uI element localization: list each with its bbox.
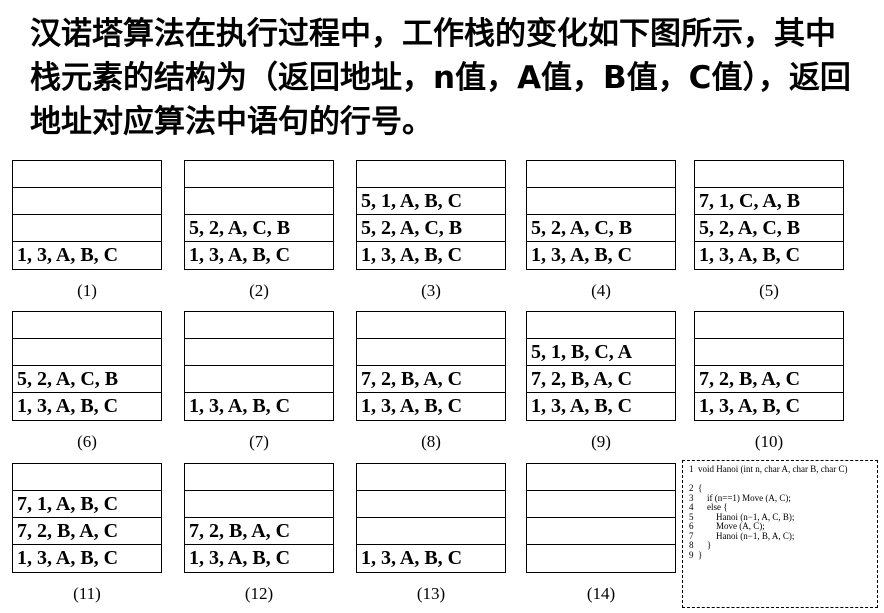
stack-9: 5, 1, B, C, A 7, 2, B, A, C 1, 3, A, B, C bbox=[526, 311, 676, 421]
stack-10: 7, 2, B, A, C 1, 3, A, B, C bbox=[694, 311, 844, 421]
stack-frame bbox=[695, 161, 843, 188]
stack-frame: 7, 2, B, A, C bbox=[695, 366, 843, 393]
stack-frame: 1, 3, A, B, C bbox=[17, 547, 119, 569]
stack-frame: 5, 2, A, C, B bbox=[527, 215, 675, 242]
stack-frame bbox=[185, 161, 333, 188]
stack-frame: 5, 2, A, C, B bbox=[357, 215, 505, 242]
stack-frame: 1, 3, A, B, C bbox=[17, 395, 119, 417]
stack-11: 7, 1, A, B, C 7, 2, B, A, C 1, 3, A, B, C bbox=[12, 463, 162, 573]
stack-frame: 1, 3, A, B, C bbox=[189, 395, 291, 417]
stack-frame: 1, 3, A, B, C bbox=[361, 395, 463, 417]
stack-14 bbox=[526, 463, 676, 573]
stack-frame bbox=[357, 312, 505, 339]
stack-frame bbox=[185, 366, 333, 393]
code-line: 1 void Hanoi (int n, char A, char B, cha… bbox=[689, 464, 848, 474]
stack-frame bbox=[357, 491, 505, 518]
stack-frame bbox=[185, 464, 333, 491]
stack-caption: (13) bbox=[416, 584, 446, 603]
stack-caption: (10) bbox=[754, 432, 784, 451]
stack-6: 5, 2, A, C, B 1, 3, A, B, C bbox=[12, 311, 162, 421]
code-line: 8 } bbox=[689, 540, 712, 550]
stack-3: 5, 1, A, B, C 5, 2, A, C, B 1, 3, A, B, C bbox=[356, 160, 506, 270]
stack-13: 1, 3, A, B, C bbox=[356, 463, 506, 573]
stack-frame: 1, 3, A, B, C bbox=[531, 395, 633, 417]
stack-frame bbox=[185, 339, 333, 366]
stack-caption: (1) bbox=[77, 281, 97, 300]
stack-frame bbox=[527, 545, 675, 572]
stack-frame bbox=[185, 312, 333, 339]
stack-frame bbox=[13, 215, 161, 242]
stack-frame: 1, 3, A, B, C bbox=[699, 395, 801, 417]
stack-frame bbox=[13, 188, 161, 215]
stack-frame: 5, 2, A, C, B bbox=[185, 215, 333, 242]
stack-frame bbox=[357, 518, 505, 545]
stack-frame: 7, 2, B, A, C bbox=[185, 518, 333, 545]
stack-frame: 1, 3, A, B, C bbox=[531, 244, 633, 266]
stack-7: 1, 3, A, B, C bbox=[184, 311, 334, 421]
stack-frame: 1, 3, A, B, C bbox=[361, 547, 463, 569]
stack-frame bbox=[357, 339, 505, 366]
stack-caption: (6) bbox=[77, 432, 97, 451]
stack-caption: (2) bbox=[249, 281, 269, 300]
code-line: 9 } bbox=[689, 549, 703, 560]
stack-frame bbox=[527, 518, 675, 545]
stack-frame bbox=[13, 312, 161, 339]
stack-caption: (8) bbox=[421, 432, 441, 451]
stack-caption: (5) bbox=[759, 281, 779, 300]
stack-frame bbox=[527, 312, 675, 339]
stack-frame: 1, 3, A, B, C bbox=[189, 547, 291, 569]
stack-frame: 1, 3, A, B, C bbox=[699, 244, 801, 266]
hanoi-code-box: 1 void Hanoi (int n, char A, char B, cha… bbox=[682, 460, 878, 608]
stack-frame bbox=[185, 491, 333, 518]
stack-frame bbox=[527, 491, 675, 518]
stack-frame: 5, 2, A, C, B bbox=[695, 215, 843, 242]
code-line: 7 Hanoi (n−1, B, A, C); bbox=[689, 530, 795, 541]
stack-caption: (4) bbox=[591, 281, 611, 300]
stack-caption: (12) bbox=[244, 584, 274, 603]
stack-frame bbox=[695, 339, 843, 366]
stack-frame: 7, 1, C, A, B bbox=[695, 188, 843, 215]
stack-1: 1, 3, A, B, C bbox=[12, 160, 162, 270]
stack-frame: 1, 3, A, B, C bbox=[17, 244, 119, 266]
stack-frame: 7, 2, B, A, C bbox=[527, 366, 675, 393]
stack-frame: 7, 2, B, A, C bbox=[357, 366, 505, 393]
stack-frame bbox=[695, 312, 843, 339]
stack-4: 5, 2, A, C, B 1, 3, A, B, C bbox=[526, 160, 676, 270]
stack-frame bbox=[527, 464, 675, 491]
stack-frame: 1, 3, A, B, C bbox=[361, 244, 463, 266]
stack-caption: (7) bbox=[249, 432, 269, 451]
stack-8: 7, 2, B, A, C 1, 3, A, B, C bbox=[356, 311, 506, 421]
problem-statement: 汉诺塔算法在执行过程中，工作栈的变化如下图所示，其中栈元素的结构为（返回地址，n… bbox=[30, 16, 851, 140]
stack-frame: 5, 1, B, C, A bbox=[527, 339, 675, 366]
stack-frame bbox=[527, 188, 675, 215]
stack-caption: (14) bbox=[586, 584, 616, 603]
stack-frame: 7, 2, B, A, C bbox=[13, 518, 161, 545]
stack-caption: (3) bbox=[421, 281, 441, 300]
stack-frame: 5, 2, A, C, B bbox=[13, 366, 161, 393]
stack-caption: (9) bbox=[591, 432, 611, 451]
stack-frame bbox=[185, 188, 333, 215]
stack-frame bbox=[527, 161, 675, 188]
stack-frame bbox=[13, 161, 161, 188]
stack-frame: 1, 3, A, B, C bbox=[189, 244, 291, 266]
stack-2: 5, 2, A, C, B 1, 3, A, B, C bbox=[184, 160, 334, 270]
stack-caption: (11) bbox=[73, 584, 101, 603]
stack-5: 7, 1, C, A, B 5, 2, A, C, B 1, 3, A, B, C bbox=[694, 160, 844, 270]
stack-frame bbox=[13, 464, 161, 491]
stack-frame bbox=[13, 339, 161, 366]
stack-frame bbox=[357, 464, 505, 491]
stack-frame bbox=[357, 161, 505, 188]
stack-12: 7, 2, B, A, C 1, 3, A, B, C bbox=[184, 463, 334, 573]
stack-frame: 5, 1, A, B, C bbox=[357, 188, 505, 215]
stack-frame: 7, 1, A, B, C bbox=[13, 491, 161, 518]
